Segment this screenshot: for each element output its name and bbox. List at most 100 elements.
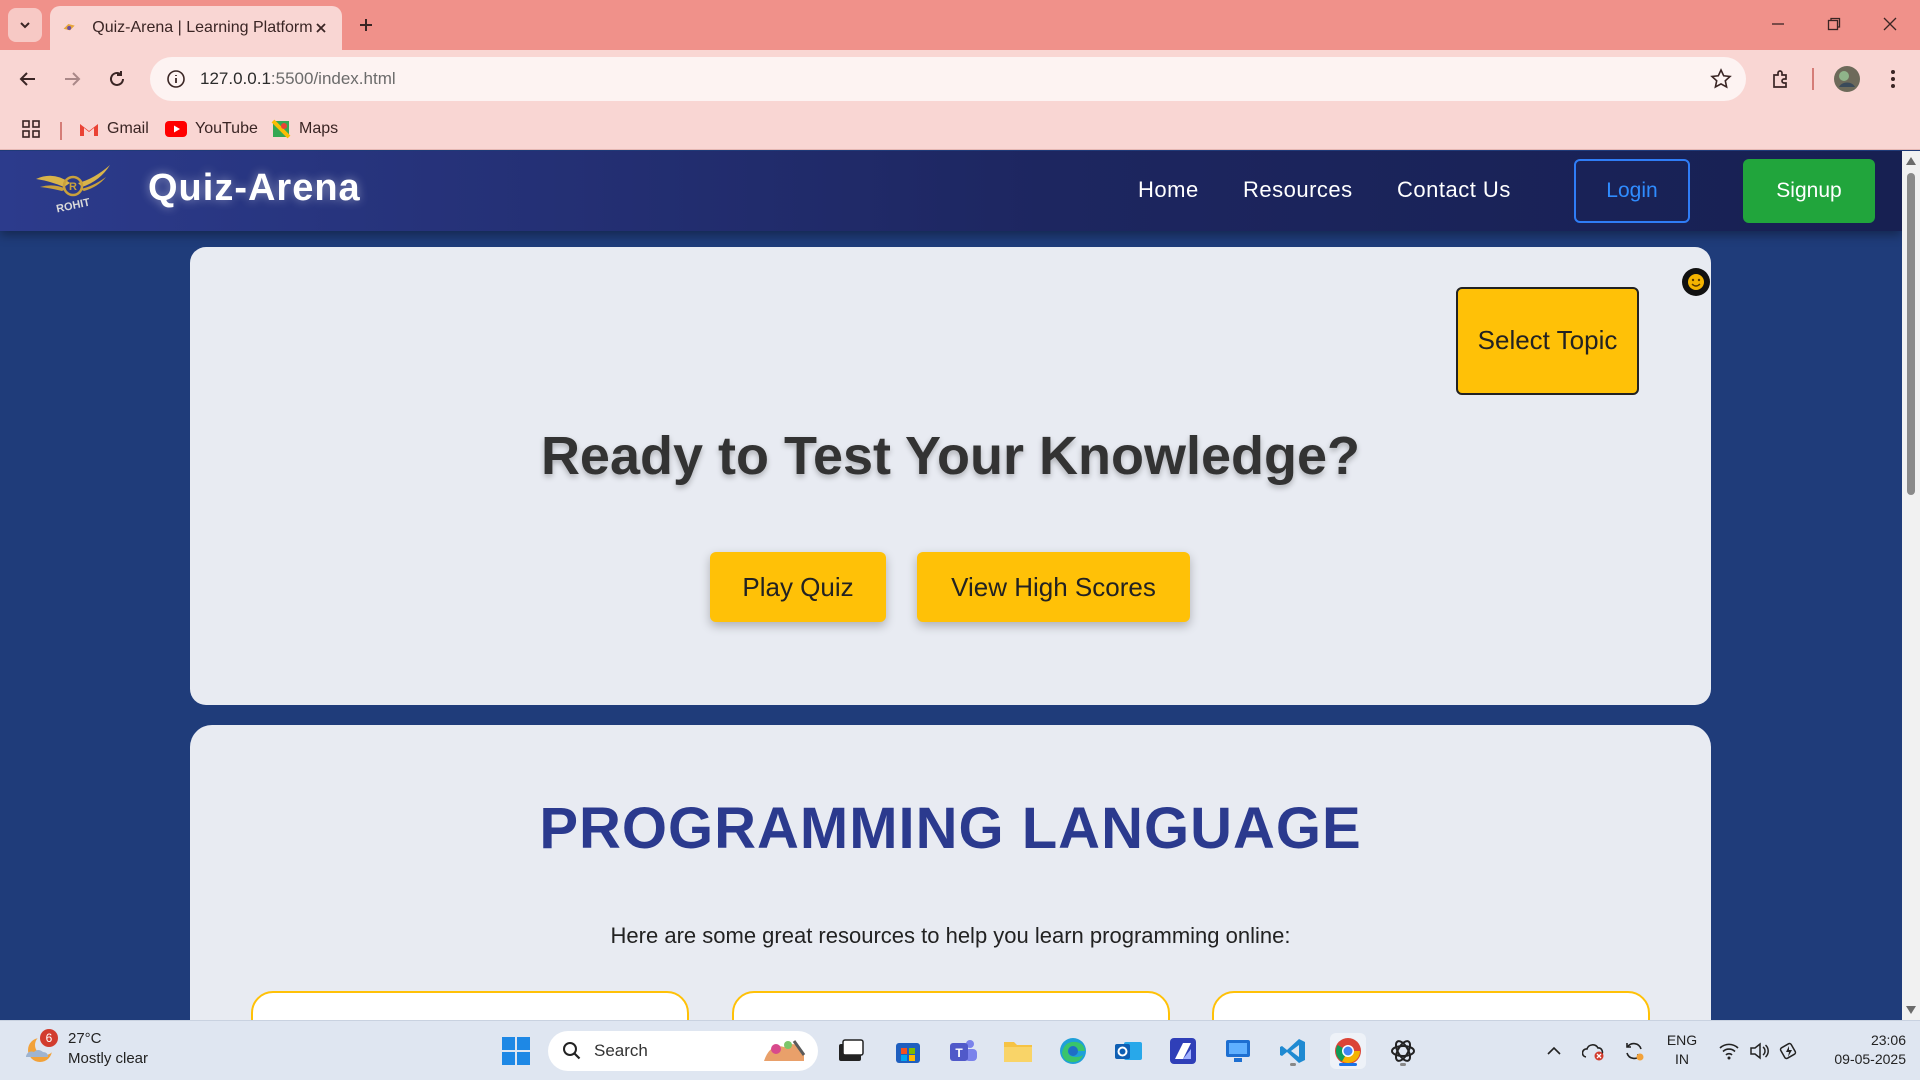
clock-time: 23:06 xyxy=(1870,1032,1906,1048)
restore-icon xyxy=(1827,17,1841,31)
microsoft-store-button[interactable] xyxy=(890,1033,926,1069)
more-vertical-icon xyxy=(1891,70,1895,88)
remote-desktop-button[interactable] xyxy=(1220,1033,1256,1069)
start-button[interactable] xyxy=(498,1033,534,1069)
rohit-logo-icon[interactable]: R ROHIT xyxy=(34,157,112,217)
edge-button[interactable] xyxy=(1055,1033,1091,1069)
minimize-icon xyxy=(1772,23,1784,25)
bookmark-maps[interactable]: Maps xyxy=(271,116,338,142)
profile-avatar[interactable] xyxy=(1831,63,1863,95)
theme-toggle-button[interactable] xyxy=(1682,268,1710,296)
back-button[interactable] xyxy=(12,63,44,95)
scroll-thumb[interactable] xyxy=(1907,173,1915,495)
site-brand[interactable]: Quiz-Arena xyxy=(148,167,361,210)
signup-button[interactable]: Signup xyxy=(1743,159,1875,223)
chatgpt-icon xyxy=(1391,1040,1415,1062)
weather-widget[interactable]: 6 27°C Mostly clear xyxy=(22,1029,148,1069)
close-icon xyxy=(316,23,326,33)
weather-temp: 27°C xyxy=(68,1030,102,1047)
arrow-left-icon xyxy=(19,72,35,86)
bookmark-star-icon[interactable] xyxy=(1710,68,1732,90)
clock[interactable]: 23:06 09-05-2025 xyxy=(1806,1031,1906,1069)
browser-tab[interactable]: Quiz-Arena | Learning Platform xyxy=(50,6,342,50)
weather-desc: Mostly clear xyxy=(68,1050,149,1067)
running-indicator xyxy=(1290,1063,1296,1066)
scroll-up-arrow-icon[interactable] xyxy=(1906,157,1916,165)
input-language-indicator[interactable]: ENG IN xyxy=(1662,1031,1702,1069)
forward-button[interactable] xyxy=(56,63,88,95)
address-bar[interactable]: 127.0.0.1:5500/index.html xyxy=(150,57,1746,101)
vscode-icon xyxy=(1280,1039,1305,1063)
plus-icon xyxy=(360,19,372,31)
sync-icon xyxy=(1626,1042,1644,1061)
quick-settings-button[interactable] xyxy=(1714,1033,1804,1069)
reload-button[interactable] xyxy=(101,63,133,95)
chrome-icon xyxy=(1335,1038,1361,1064)
outlook-icon xyxy=(1115,1042,1142,1060)
nav-resources-link[interactable]: Resources xyxy=(1243,177,1353,203)
close-window-button[interactable] xyxy=(1870,8,1910,40)
browser-menu-button[interactable] xyxy=(1877,63,1909,95)
bookmark-label: YouTube xyxy=(195,120,258,137)
store-icon xyxy=(896,1043,920,1063)
battery-charging-icon xyxy=(1779,1042,1797,1060)
tab-search-button[interactable] xyxy=(8,8,42,42)
youtube-icon xyxy=(165,121,187,137)
weather-text: 27°C Mostly clear xyxy=(68,1029,148,1069)
minimize-button[interactable] xyxy=(1758,8,1798,40)
reload-icon xyxy=(110,71,124,86)
wifi-icon xyxy=(1719,1043,1739,1060)
select-topic-button[interactable]: Select Topic xyxy=(1456,287,1639,395)
view-high-scores-button[interactable]: View High Scores xyxy=(917,552,1190,622)
hero-title: Ready to Test Your Knowledge? xyxy=(540,426,1361,486)
teams-button[interactable]: T xyxy=(945,1033,981,1069)
weather-alert-badge: 6 xyxy=(40,1029,58,1047)
search-placeholder: Search xyxy=(594,1041,648,1060)
apps-button[interactable] xyxy=(22,116,48,142)
bookmark-gmail[interactable]: Gmail xyxy=(79,116,149,142)
bookmark-label: Maps xyxy=(299,120,339,137)
vscode-button[interactable] xyxy=(1275,1033,1311,1069)
site-info-icon[interactable] xyxy=(166,69,186,89)
task-view-button[interactable] xyxy=(833,1033,869,1069)
monitor-icon xyxy=(1226,1040,1250,1062)
resource-card[interactable] xyxy=(1212,991,1650,1020)
close-icon xyxy=(1883,17,1897,31)
chrome-button[interactable] xyxy=(1330,1033,1366,1069)
onedrive-status-button[interactable] xyxy=(1580,1033,1608,1069)
resource-card[interactable] xyxy=(251,991,689,1020)
page-viewport: R ROHIT Quiz-Arena Home Resources Contac… xyxy=(0,151,1902,1020)
edge-icon xyxy=(1060,1038,1086,1064)
extensions-button[interactable] xyxy=(1765,63,1797,95)
language-code: ENG xyxy=(1666,1032,1698,1048)
resources-title: PROGRAMMING LANGUAGE xyxy=(539,796,1362,861)
chevron-up-icon xyxy=(1547,1046,1561,1055)
quiz-arena-favicon-icon xyxy=(63,24,75,31)
taskbar-search-input[interactable]: Search xyxy=(548,1031,818,1071)
restore-button[interactable] xyxy=(1814,8,1854,40)
file-explorer-button[interactable] xyxy=(1000,1033,1036,1069)
login-button[interactable]: Login xyxy=(1574,159,1690,223)
outlook-button[interactable] xyxy=(1110,1033,1146,1069)
nav-contact-link[interactable]: Contact Us xyxy=(1397,177,1511,203)
arrow-right-icon xyxy=(65,72,81,86)
play-quiz-button[interactable]: Play Quiz xyxy=(710,552,886,622)
puzzle-icon xyxy=(1773,70,1787,88)
scroll-down-arrow-icon[interactable] xyxy=(1906,1006,1916,1014)
nav-home-link[interactable]: Home xyxy=(1138,177,1199,203)
new-tab-button[interactable] xyxy=(352,11,380,39)
sync-status-button[interactable] xyxy=(1620,1033,1648,1069)
svg-text:ROHIT: ROHIT xyxy=(55,196,91,215)
power-automate-button[interactable] xyxy=(1165,1033,1201,1069)
region-code: IN xyxy=(1675,1051,1689,1067)
task-view-icon xyxy=(839,1039,864,1061)
resource-card[interactable] xyxy=(732,991,1170,1020)
search-highlight-icon xyxy=(764,1040,806,1061)
show-hidden-icons-button[interactable] xyxy=(1542,1033,1566,1069)
avatar-icon xyxy=(1834,66,1860,92)
bookmark-youtube[interactable]: YouTube xyxy=(165,116,258,142)
chatgpt-button[interactable] xyxy=(1385,1033,1421,1069)
resources-subtitle: Here are some great resources to help yo… xyxy=(610,923,1291,948)
tab-close-button[interactable] xyxy=(313,17,330,39)
page-scrollbar[interactable] xyxy=(1902,151,1920,1020)
